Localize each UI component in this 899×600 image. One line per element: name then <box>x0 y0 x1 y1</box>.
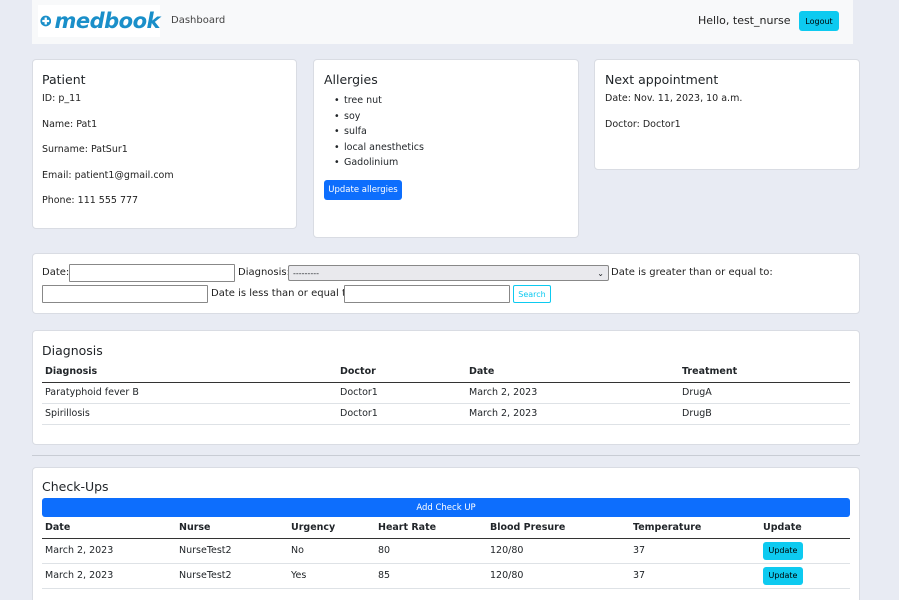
appointment-date: Date: Nov. 11, 2023, 10 a.m. <box>605 93 743 104</box>
table-row: March 2, 2023 NurseTest2 No 80 120/80 37… <box>42 538 850 564</box>
patient-email: Email: patient1@gmail.com <box>42 170 174 181</box>
date-lte-input[interactable] <box>344 285 510 303</box>
diagnosis-card-title: Diagnosis <box>42 343 103 358</box>
column-header: Update <box>760 518 850 539</box>
column-header: Urgency <box>288 518 375 539</box>
date-gte-input[interactable] <box>42 285 208 303</box>
allergy-list: tree nut soy sulfa local anesthetics Gad… <box>334 93 424 171</box>
nav-link-dashboard[interactable]: Dashboard <box>171 15 225 26</box>
patient-surname: Surname: PatSur1 <box>42 144 128 155</box>
column-header: Heart Rate <box>375 518 487 539</box>
table-cell: Update <box>760 563 850 589</box>
logout-button[interactable]: Logout <box>799 11 839 31</box>
table-cell: Paratyphoid fever B <box>42 382 337 404</box>
column-header: Treatment <box>679 362 850 383</box>
diagnosis-select-value: --------- <box>293 268 319 278</box>
update-allergies-button[interactable]: Update allergies <box>324 180 402 200</box>
checkups-table: Date Nurse Urgency Heart Rate Blood Pres… <box>42 518 850 589</box>
patient-id: ID: p_11 <box>42 93 82 104</box>
checkups-card-title: Check-Ups <box>42 479 109 494</box>
column-header: Doctor <box>337 362 466 383</box>
column-header: Nurse <box>176 518 288 539</box>
table-cell: Doctor1 <box>337 403 466 425</box>
allergy-item: tree nut <box>334 93 424 109</box>
table-cell: DrugA <box>679 382 850 404</box>
date-gte-label: Date is greater than or equal to: <box>611 267 773 278</box>
brand-logo[interactable]: medbook <box>38 5 160 37</box>
table-cell: 37 <box>630 538 760 564</box>
table-cell: 120/80 <box>487 538 630 564</box>
diagnosis-card: Diagnosis Diagnosis Doctor Date Treatmen… <box>32 330 860 445</box>
checkups-card: Check-Ups Add Check UP Date Nurse Urgenc… <box>32 467 860 600</box>
table-cell: March 2, 2023 <box>466 382 679 404</box>
checkups-table-header: Date Nurse Urgency Heart Rate Blood Pres… <box>42 518 850 539</box>
filter-card: Date: Diagnosis: --------- ⌄ Date is gre… <box>32 253 860 314</box>
date-filter-label: Date: <box>42 267 70 278</box>
diagnosis-filter-label: Diagnosis: <box>238 267 290 278</box>
add-checkup-button[interactable]: Add Check UP <box>42 498 850 517</box>
allergy-item: Gadolinium <box>334 155 424 171</box>
column-header: Date <box>466 362 679 383</box>
table-cell: 37 <box>630 563 760 589</box>
table-cell: NurseTest2 <box>176 563 288 589</box>
table-row: March 2, 2023 NurseTest2 Yes 85 120/80 3… <box>42 563 850 589</box>
table-cell: 120/80 <box>487 563 630 589</box>
table-row: Paratyphoid fever B Doctor1 March 2, 202… <box>42 382 850 404</box>
medical-cross-icon <box>40 15 52 27</box>
patient-card-title: Patient <box>42 72 86 87</box>
table-cell: March 2, 2023 <box>42 538 176 564</box>
patient-phone: Phone: 111 555 777 <box>42 195 139 206</box>
diagnosis-select[interactable]: --------- ⌄ <box>288 265 609 281</box>
table-cell: No <box>288 538 375 564</box>
table-cell: March 2, 2023 <box>466 403 679 425</box>
date-filter-input[interactable] <box>69 264 235 282</box>
table-row: Spirillosis Doctor1 March 2, 2023 DrugB <box>42 403 850 425</box>
table-cell: Yes <box>288 563 375 589</box>
table-cell: Spirillosis <box>42 403 337 425</box>
allergy-item: soy <box>334 109 424 125</box>
diagnosis-table-header: Diagnosis Doctor Date Treatment <box>42 362 850 383</box>
table-cell: 85 <box>375 563 487 589</box>
search-button[interactable]: Search <box>513 285 551 303</box>
table-cell: Update <box>760 538 850 564</box>
section-divider <box>32 455 860 456</box>
allergies-card-title: Allergies <box>324 72 378 87</box>
chevron-down-icon: ⌄ <box>597 268 604 278</box>
update-checkup-button[interactable]: Update <box>763 541 803 560</box>
allergy-item: local anesthetics <box>334 140 424 156</box>
column-header: Date <box>42 518 176 539</box>
column-header: Diagnosis <box>42 362 337 383</box>
update-checkup-button[interactable]: Update <box>763 566 803 585</box>
brand-name: medbook <box>54 9 160 33</box>
column-header: Blood Presure <box>487 518 630 539</box>
table-cell: DrugB <box>679 403 850 425</box>
column-header: Temperature <box>630 518 760 539</box>
date-lte-label: Date is less than or equal to: <box>211 288 356 299</box>
table-cell: Doctor1 <box>337 382 466 404</box>
navbar: medbook Dashboard Hello, test_nurse Logo… <box>32 0 853 44</box>
table-cell: 80 <box>375 538 487 564</box>
table-cell: March 2, 2023 <box>42 563 176 589</box>
diagnosis-table: Diagnosis Doctor Date Treatment Paratyph… <box>42 362 850 425</box>
user-greeting: Hello, test_nurse <box>698 14 791 27</box>
allergies-card: Allergies tree nut soy sulfa local anest… <box>313 59 579 238</box>
patient-card: Patient ID: p_11 Name: Pat1 Surname: Pat… <box>32 59 297 229</box>
appointment-card-title: Next appointment <box>605 72 719 87</box>
allergy-item: sulfa <box>334 124 424 140</box>
table-cell: NurseTest2 <box>176 538 288 564</box>
next-appointment-card: Next appointment Date: Nov. 11, 2023, 10… <box>594 59 860 170</box>
patient-name: Name: Pat1 <box>42 119 98 130</box>
appointment-doctor: Doctor: Doctor1 <box>605 119 681 130</box>
